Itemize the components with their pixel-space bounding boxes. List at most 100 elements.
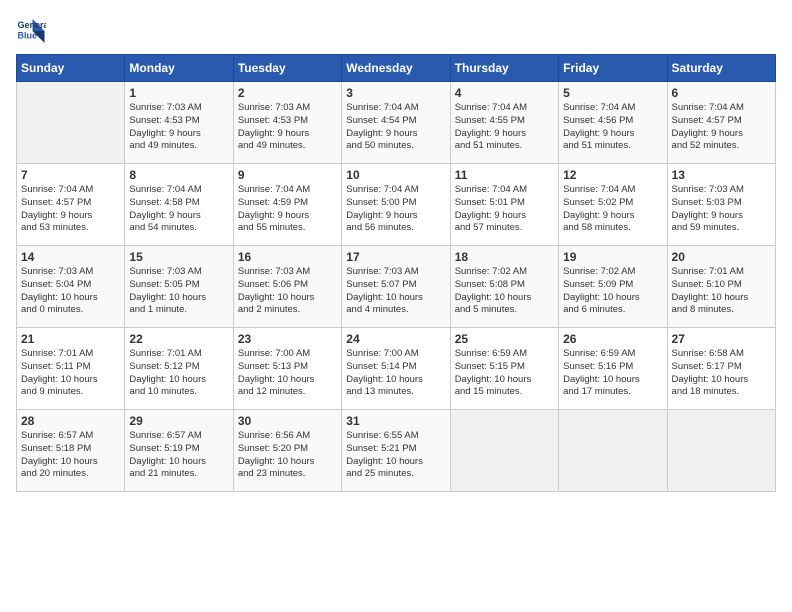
week-row-2: 7 Sunrise: 7:04 AM Sunset: 4:57 PM Daylig… xyxy=(17,164,776,246)
day-cell: 6 Sunrise: 7:04 AM Sunset: 4:57 PM Daylig… xyxy=(667,82,775,164)
day-cell xyxy=(559,410,667,492)
day-number: 15 xyxy=(129,250,228,264)
day-cell: 27 Sunrise: 6:58 AM Sunset: 5:17 PM Dayli… xyxy=(667,328,775,410)
day-number: 11 xyxy=(455,168,554,182)
header-cell-monday: Monday xyxy=(125,55,233,82)
day-info: Sunrise: 7:01 AM Sunset: 5:11 PM Dayligh… xyxy=(21,348,120,399)
day-number: 6 xyxy=(672,86,771,100)
day-info: Sunrise: 7:01 AM Sunset: 5:10 PM Dayligh… xyxy=(672,266,771,317)
day-number: 25 xyxy=(455,332,554,346)
day-number: 20 xyxy=(672,250,771,264)
day-number: 14 xyxy=(21,250,120,264)
day-number: 2 xyxy=(238,86,337,100)
day-info: Sunrise: 7:02 AM Sunset: 5:09 PM Dayligh… xyxy=(563,266,662,317)
day-number: 22 xyxy=(129,332,228,346)
week-row-1: 1 Sunrise: 7:03 AM Sunset: 4:53 PM Daylig… xyxy=(17,82,776,164)
day-number: 16 xyxy=(238,250,337,264)
day-info: Sunrise: 7:03 AM Sunset: 5:06 PM Dayligh… xyxy=(238,266,337,317)
day-number: 27 xyxy=(672,332,771,346)
day-cell: 22Sunrise: 7:01 AM Sunset: 5:12 PM Dayli… xyxy=(125,328,233,410)
day-info: Sunrise: 7:04 AM Sunset: 5:00 PM Dayligh… xyxy=(346,184,445,235)
day-info: Sunrise: 7:04 AM Sunset: 4:58 PM Dayligh… xyxy=(129,184,228,235)
day-number: 23 xyxy=(238,332,337,346)
day-cell: 15 Sunrise: 7:03 AM Sunset: 5:05 PM Dayli… xyxy=(125,246,233,328)
day-cell: 21 Sunrise: 7:01 AM Sunset: 5:11 PM Dayli… xyxy=(17,328,125,410)
day-cell xyxy=(667,410,775,492)
day-cell: 4 Sunrise: 7:04 AM Sunset: 4:55 PM Daylig… xyxy=(450,82,558,164)
day-number: 3 xyxy=(346,86,445,100)
day-info: Sunrise: 7:04 AM Sunset: 4:55 PM Dayligh… xyxy=(455,102,554,153)
day-info: Sunrise: 7:04 AM Sunset: 4:57 PM Dayligh… xyxy=(672,102,771,153)
day-number: 13 xyxy=(672,168,771,182)
day-cell: 26Sunrise: 6:59 AM Sunset: 5:16 PM Dayli… xyxy=(559,328,667,410)
week-row-3: 14 Sunrise: 7:03 AM Sunset: 5:04 PM Dayli… xyxy=(17,246,776,328)
day-info: Sunrise: 7:04 AM Sunset: 4:57 PM Dayligh… xyxy=(21,184,120,235)
header-cell-sunday: Sunday xyxy=(17,55,125,82)
day-cell: 2Sunrise: 7:03 AM Sunset: 4:53 PM Daylig… xyxy=(233,82,341,164)
day-number: 7 xyxy=(21,168,120,182)
day-number: 17 xyxy=(346,250,445,264)
day-info: Sunrise: 6:57 AM Sunset: 5:18 PM Dayligh… xyxy=(21,430,120,481)
day-number: 9 xyxy=(238,168,337,182)
header-cell-saturday: Saturday xyxy=(667,55,775,82)
day-info: Sunrise: 6:56 AM Sunset: 5:20 PM Dayligh… xyxy=(238,430,337,481)
day-info: Sunrise: 7:04 AM Sunset: 5:01 PM Dayligh… xyxy=(455,184,554,235)
week-row-4: 21 Sunrise: 7:01 AM Sunset: 5:11 PM Dayli… xyxy=(17,328,776,410)
day-number: 19 xyxy=(563,250,662,264)
day-info: Sunrise: 6:59 AM Sunset: 5:15 PM Dayligh… xyxy=(455,348,554,399)
day-cell: 28 Sunrise: 6:57 AM Sunset: 5:18 PM Dayli… xyxy=(17,410,125,492)
day-cell: 31 Sunrise: 6:55 AM Sunset: 5:21 PM Dayli… xyxy=(342,410,450,492)
day-cell: 12Sunrise: 7:04 AM Sunset: 5:02 PM Dayli… xyxy=(559,164,667,246)
logo-icon: General Blue xyxy=(16,16,46,46)
day-info: Sunrise: 6:57 AM Sunset: 5:19 PM Dayligh… xyxy=(129,430,228,481)
day-info: Sunrise: 7:04 AM Sunset: 4:59 PM Dayligh… xyxy=(238,184,337,235)
day-info: Sunrise: 7:02 AM Sunset: 5:08 PM Dayligh… xyxy=(455,266,554,317)
day-cell: 25 Sunrise: 6:59 AM Sunset: 5:15 PM Dayli… xyxy=(450,328,558,410)
header-row: SundayMondayTuesdayWednesdayThursdayFrid… xyxy=(17,55,776,82)
day-number: 4 xyxy=(455,86,554,100)
day-number: 12 xyxy=(563,168,662,182)
day-info: Sunrise: 6:58 AM Sunset: 5:17 PM Dayligh… xyxy=(672,348,771,399)
day-cell: 20 Sunrise: 7:01 AM Sunset: 5:10 PM Dayli… xyxy=(667,246,775,328)
day-cell: 30Sunrise: 6:56 AM Sunset: 5:20 PM Dayli… xyxy=(233,410,341,492)
day-cell: 9 Sunrise: 7:04 AM Sunset: 4:59 PM Daylig… xyxy=(233,164,341,246)
day-number: 26 xyxy=(563,332,662,346)
day-number: 5 xyxy=(563,86,662,100)
day-info: Sunrise: 7:04 AM Sunset: 4:56 PM Dayligh… xyxy=(563,102,662,153)
day-number: 18 xyxy=(455,250,554,264)
day-number: 21 xyxy=(21,332,120,346)
day-info: Sunrise: 7:03 AM Sunset: 5:05 PM Dayligh… xyxy=(129,266,228,317)
page-container: General Blue SundayMondayTuesdayWednesda… xyxy=(0,0,792,500)
day-info: Sunrise: 7:03 AM Sunset: 5:04 PM Dayligh… xyxy=(21,266,120,317)
day-info: Sunrise: 6:55 AM Sunset: 5:21 PM Dayligh… xyxy=(346,430,445,481)
header-cell-tuesday: Tuesday xyxy=(233,55,341,82)
day-info: Sunrise: 7:00 AM Sunset: 5:14 PM Dayligh… xyxy=(346,348,445,399)
day-cell xyxy=(17,82,125,164)
day-cell: 19 Sunrise: 7:02 AM Sunset: 5:09 PM Dayli… xyxy=(559,246,667,328)
header-cell-friday: Friday xyxy=(559,55,667,82)
day-cell: 11 Sunrise: 7:04 AM Sunset: 5:01 PM Dayli… xyxy=(450,164,558,246)
day-number: 1 xyxy=(129,86,228,100)
day-info: Sunrise: 7:03 AM Sunset: 5:03 PM Dayligh… xyxy=(672,184,771,235)
day-number: 8 xyxy=(129,168,228,182)
day-cell: 29 Sunrise: 6:57 AM Sunset: 5:19 PM Dayli… xyxy=(125,410,233,492)
day-info: Sunrise: 7:03 AM Sunset: 4:53 PM Dayligh… xyxy=(129,102,228,153)
day-number: 10 xyxy=(346,168,445,182)
day-cell: 8 Sunrise: 7:04 AM Sunset: 4:58 PM Daylig… xyxy=(125,164,233,246)
day-info: Sunrise: 7:03 AM Sunset: 5:07 PM Dayligh… xyxy=(346,266,445,317)
day-cell: 3Sunrise: 7:04 AM Sunset: 4:54 PM Daylig… xyxy=(342,82,450,164)
header: General Blue xyxy=(16,16,776,46)
day-cell: 7 Sunrise: 7:04 AM Sunset: 4:57 PM Daylig… xyxy=(17,164,125,246)
calendar-table: SundayMondayTuesdayWednesdayThursdayFrid… xyxy=(16,54,776,492)
day-info: Sunrise: 7:00 AM Sunset: 5:13 PM Dayligh… xyxy=(238,348,337,399)
day-cell: 5 Sunrise: 7:04 AM Sunset: 4:56 PM Daylig… xyxy=(559,82,667,164)
day-number: 28 xyxy=(21,414,120,428)
logo: General Blue xyxy=(16,16,46,46)
day-cell: 14 Sunrise: 7:03 AM Sunset: 5:04 PM Dayli… xyxy=(17,246,125,328)
day-number: 24 xyxy=(346,332,445,346)
day-cell: 17 Sunrise: 7:03 AM Sunset: 5:07 PM Dayli… xyxy=(342,246,450,328)
day-cell: 13 Sunrise: 7:03 AM Sunset: 5:03 PM Dayli… xyxy=(667,164,775,246)
day-number: 29 xyxy=(129,414,228,428)
svg-text:General: General xyxy=(18,20,47,30)
day-number: 31 xyxy=(346,414,445,428)
